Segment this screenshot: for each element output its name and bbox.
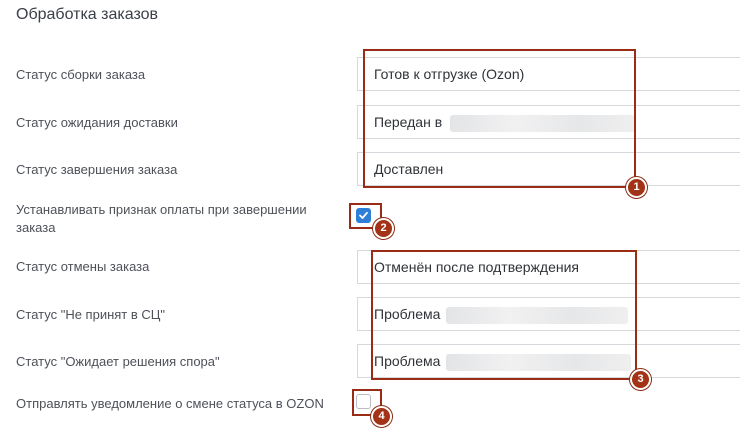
label-completion-status: Статус завершения заказа <box>16 162 178 177</box>
label-send-notification: Отправлять уведомление о смене статуса в… <box>16 396 324 411</box>
label-set-payment-flag: Устанавливать признак оплаты при заверше… <box>16 202 307 235</box>
annotation-badge-4: 4 <box>371 406 392 427</box>
label-cancel-status: Статус отмены заказа <box>16 259 150 274</box>
annotation-box-3 <box>371 250 637 380</box>
section-title: Обработка заказов <box>16 6 158 23</box>
label-delivery-wait-status: Статус ожидания доставки <box>16 115 178 130</box>
annotation-badge-1: 1 <box>626 177 647 198</box>
annotation-badge-2: 2 <box>373 218 394 239</box>
label-assembly-status: Статус сборки заказа <box>16 67 146 82</box>
annotation-box-1 <box>363 49 636 188</box>
label-not-accepted-status: Статус "Не принят в СЦ" <box>16 307 166 322</box>
label-dispute-status: Статус "Ожидает решения спора" <box>16 354 220 369</box>
annotation-badge-3: 3 <box>630 369 651 390</box>
